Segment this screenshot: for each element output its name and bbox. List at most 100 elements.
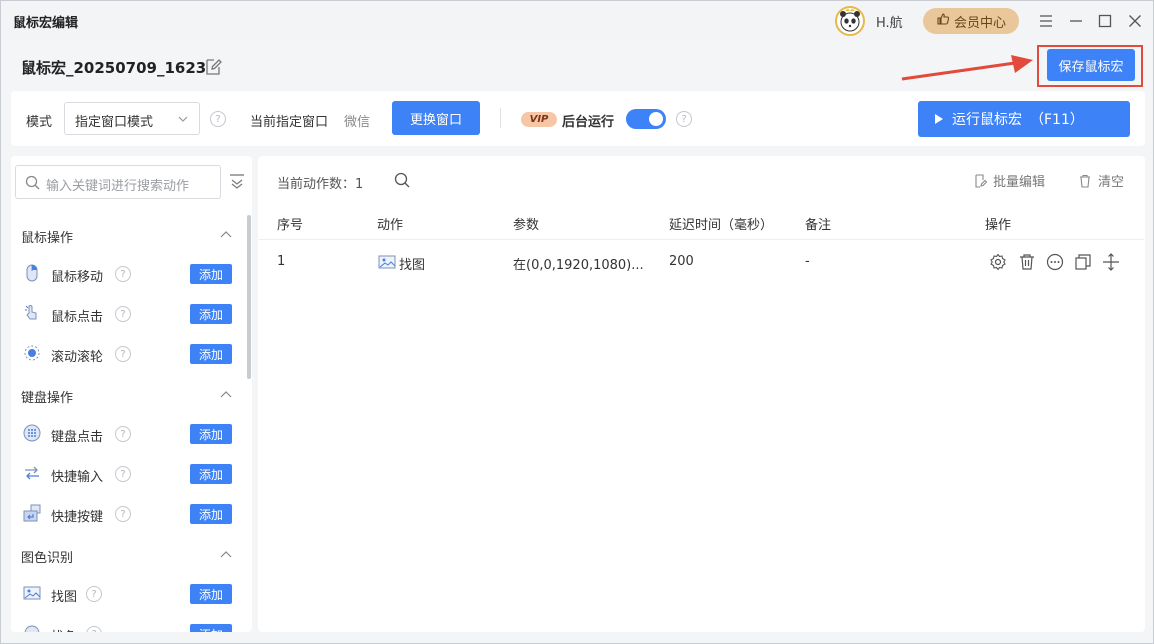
change-window-button[interactable]: 更换窗口: [392, 101, 480, 135]
delete-icon[interactable]: [1018, 253, 1036, 271]
header-divider: [259, 239, 1144, 240]
sidebar-item-find-image: 找图: [51, 590, 78, 605]
avatar[interactable]: [835, 6, 865, 36]
search-placeholder: 输入关键词进行搜索动作: [46, 179, 190, 194]
add-hotkey-button[interactable]: 添加: [190, 504, 232, 524]
hotkey-icon: [23, 504, 41, 522]
batch-edit-icon: [975, 173, 987, 188]
sidebar-overflow-clip: 找色 ? 添加: [11, 621, 252, 632]
vip-center-label: 会员中心: [953, 15, 1006, 31]
add-find-color-button[interactable]: 添加: [190, 624, 232, 632]
help-icon[interactable]: ?: [115, 426, 131, 442]
username[interactable]: H.航: [876, 12, 903, 31]
sidebar-item-mouse-move: 鼠标移动: [51, 270, 104, 285]
background-run-label: 后台运行: [562, 115, 615, 130]
row-note: -: [805, 254, 810, 269]
app-window: 鼠标宏编辑 H.航 会员中心 鼠标宏_20250709_1623 保存鼠标宏 模…: [0, 0, 1154, 644]
minimize-icon[interactable]: [1066, 11, 1086, 31]
chevron-up-icon[interactable]: [219, 548, 233, 562]
settings-icon[interactable]: [989, 253, 1007, 271]
help-icon[interactable]: ?: [115, 306, 131, 322]
help-icon[interactable]: ?: [86, 586, 102, 602]
color-picker-icon: [24, 625, 40, 632]
title-bar: 鼠标宏编辑 H.航 会员中心: [1, 1, 1153, 41]
row-action: 找图: [399, 258, 426, 273]
column-header-params: 参数: [513, 218, 540, 233]
background-run-toggle[interactable]: [626, 109, 666, 129]
add-mouse-move-button[interactable]: 添加: [190, 264, 232, 284]
play-icon: [935, 114, 943, 124]
chevron-down-icon: [178, 116, 188, 122]
row-params: 在(0,0,1920,1080)...: [513, 258, 644, 273]
column-header-note: 备注: [805, 218, 832, 233]
add-scroll-wheel-button[interactable]: 添加: [190, 344, 232, 364]
help-icon[interactable]: ?: [115, 346, 131, 362]
sidebar-item-keyboard-click: 键盘点击: [51, 430, 104, 445]
help-icon[interactable]: ?: [115, 266, 131, 282]
sidebar-item-mouse-click: 鼠标点击: [51, 310, 104, 325]
add-mouse-click-button[interactable]: 添加: [190, 304, 232, 324]
image-icon: [23, 586, 41, 600]
mode-help-icon[interactable]: ?: [210, 111, 226, 127]
group-title-keyboard[interactable]: 键盘操作: [21, 387, 73, 406]
background-help-icon[interactable]: ?: [676, 111, 692, 127]
quick-input-icon: [25, 466, 39, 480]
chevron-up-icon[interactable]: [219, 228, 233, 242]
annotation-arrow: [901, 55, 1033, 81]
current-window-value: 微信: [344, 115, 371, 130]
image-icon: [378, 255, 396, 269]
vip-badge: VIP: [521, 112, 557, 127]
drag-move-icon[interactable]: [1102, 253, 1120, 271]
column-header-delay: 延迟时间（毫秒）: [669, 218, 774, 233]
action-count: 当前动作数：1: [277, 177, 364, 192]
menu-icon[interactable]: [1036, 11, 1056, 31]
run-label: 运行鼠标宏: [952, 112, 1022, 128]
close-icon[interactable]: [1125, 11, 1145, 31]
action-search-input[interactable]: 输入关键词进行搜索动作: [15, 165, 221, 199]
column-header-action: 动作: [377, 218, 404, 233]
app-title: 鼠标宏编辑: [13, 16, 79, 31]
help-icon[interactable]: ?: [115, 506, 131, 522]
add-find-image-button[interactable]: 添加: [190, 584, 232, 604]
run-macro-button[interactable]: 运行鼠标宏 （F11）: [918, 101, 1130, 137]
sidebar-item-hotkey: 快捷按键: [51, 510, 104, 525]
keyboard-icon: [23, 424, 41, 442]
trash-icon: [1080, 174, 1090, 188]
scroll-wheel-icon: [24, 345, 40, 361]
row-index: 1: [277, 254, 286, 269]
clear-label: 清空: [1098, 175, 1125, 190]
vip-center-button[interactable]: 会员中心: [923, 8, 1019, 34]
toolbar-divider: [500, 108, 501, 128]
macro-name: 鼠标宏_20250709_1623: [21, 59, 207, 77]
help-icon[interactable]: ?: [115, 466, 131, 482]
mouse-move-icon: [26, 264, 38, 282]
help-icon[interactable]: ?: [86, 626, 102, 632]
run-hotkey: （F11）: [1030, 112, 1084, 128]
column-header-index: 序号: [277, 218, 304, 233]
column-header-operations: 操作: [985, 218, 1012, 233]
mode-label: 模式: [26, 115, 53, 130]
group-title-mouse[interactable]: 鼠标操作: [21, 227, 73, 246]
group-title-image-color[interactable]: 图色识别: [21, 547, 73, 566]
search-icon[interactable]: [394, 172, 410, 188]
copy-icon[interactable]: [1074, 253, 1092, 271]
save-macro-button[interactable]: 保存鼠标宏: [1047, 49, 1135, 81]
current-window-label: 当前指定窗口: [250, 115, 329, 130]
search-icon: [25, 175, 40, 190]
batch-edit-label: 批量编辑: [993, 175, 1046, 190]
sidebar-scrollbar[interactable]: [247, 215, 251, 379]
mode-value: 指定窗口模式: [75, 115, 154, 130]
clear-button[interactable]: 清空: [1078, 171, 1124, 190]
sidebar-item-find-color: 找色: [51, 626, 77, 632]
add-quick-input-button[interactable]: 添加: [190, 464, 232, 484]
mode-select[interactable]: 指定窗口模式: [64, 102, 200, 135]
sidebar-item-quick-input: 快捷输入: [51, 470, 104, 485]
thumbs-up-icon: [936, 12, 950, 30]
collapse-all-icon[interactable]: [229, 173, 245, 189]
edit-name-icon[interactable]: [203, 57, 223, 77]
chevron-up-icon[interactable]: [219, 388, 233, 402]
add-keyboard-click-button[interactable]: 添加: [190, 424, 232, 444]
maximize-icon[interactable]: [1095, 11, 1115, 31]
more-icon[interactable]: [1046, 253, 1064, 271]
batch-edit-button[interactable]: 批量编辑: [973, 171, 1045, 190]
